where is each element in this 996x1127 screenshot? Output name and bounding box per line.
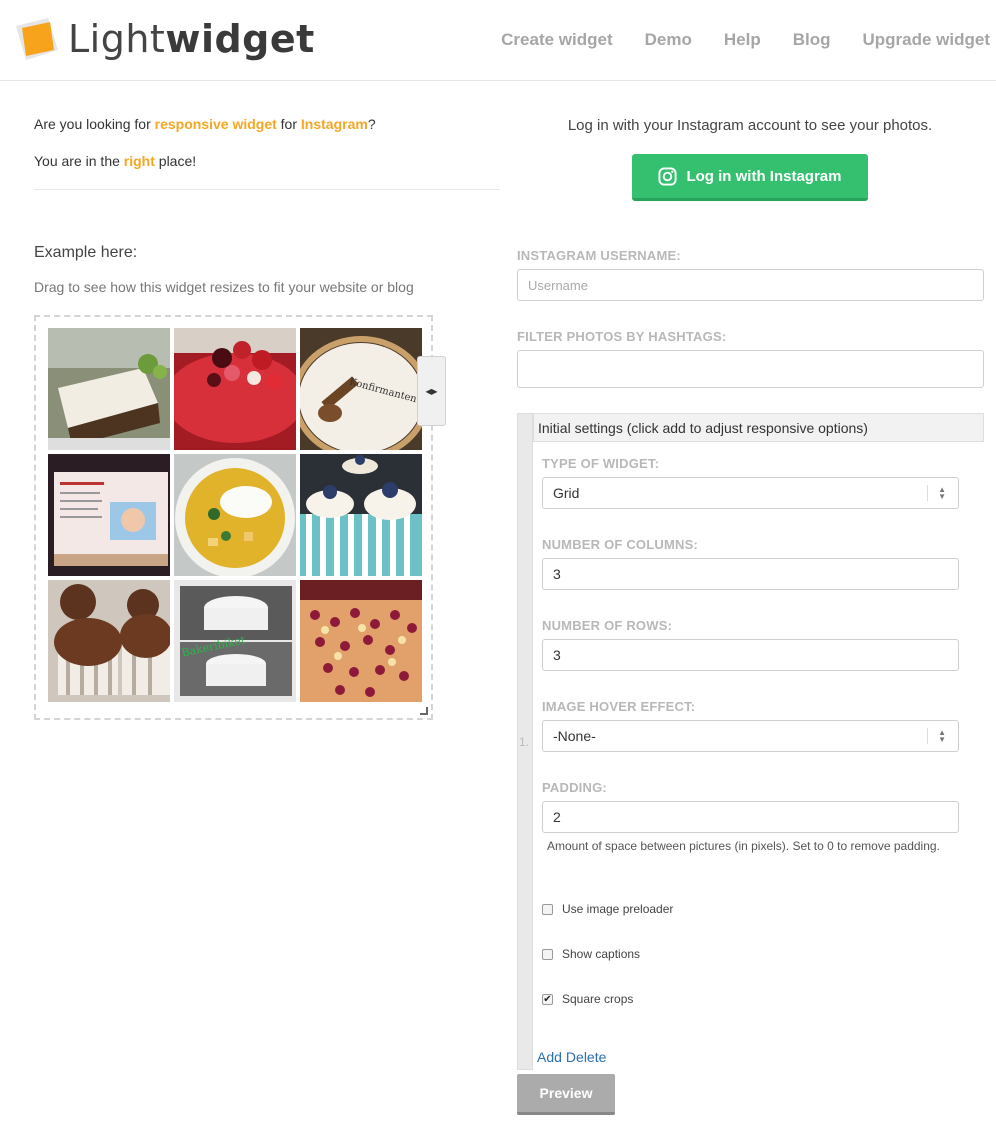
site-header: Lightwidget Create widget Demo Help Blog… [0,0,996,81]
logo[interactable]: Lightwidget [14,14,314,68]
instagram-icon [658,166,678,186]
nav-blog[interactable]: Blog [793,30,831,50]
hover-label: IMAGE HOVER EFFECT: [542,699,696,714]
columns-label: NUMBER OF COLUMNS: [542,537,698,552]
square-crops-option[interactable]: ✔ Square crops [542,992,633,1006]
example-title: Example here: [34,244,138,261]
photo-tile[interactable] [174,328,296,450]
divider [34,189,500,190]
resize-grip-icon[interactable] [420,707,428,715]
captions-checkbox[interactable] [542,948,553,960]
login-instagram-button[interactable]: Log in with Instagram [632,154,868,201]
square-crops-checkbox[interactable]: ✔ [542,993,553,1005]
settings-header: Initial settings (click add to adjust re… [533,413,984,442]
type-select-value: Grid [553,485,580,501]
hashtags-input[interactable] [517,350,984,388]
hover-select[interactable]: -None- ▲ ▼ [542,720,959,752]
logo-text: Lightwidget [68,17,315,61]
intro-line-1: Are you looking for responsive widget fo… [34,116,376,132]
select-divider [927,485,928,501]
rows-input[interactable]: 3 [542,639,959,671]
resize-arrows-icon[interactable]: ◂▸ [417,356,446,426]
settings-links: Add Delete [537,1049,610,1065]
captions-option[interactable]: Show captions [542,947,640,961]
photo-tile[interactable] [48,580,170,702]
username-label: INSTAGRAM USERNAME: [517,248,681,263]
preview-button[interactable]: Preview [517,1074,615,1115]
example-subtitle: Drag to see how this widget resizes to f… [34,279,414,295]
select-arrows-icon: ▲ ▼ [938,728,946,744]
logo-mark-icon [16,18,58,60]
hover-select-value: -None- [553,728,596,744]
photo-tile[interactable] [48,454,170,576]
nav-create-widget[interactable]: Create widget [501,30,612,50]
select-arrows-icon: ▲ ▼ [938,485,946,501]
square-crops-label: Square crops [562,992,634,1006]
columns-input[interactable]: 3 [542,558,959,590]
add-link[interactable]: Add [537,1049,562,1065]
login-button-label: Log in with Instagram [686,167,842,185]
type-select[interactable]: Grid ▲ ▼ [542,477,959,509]
delete-link[interactable]: Delete [566,1049,606,1065]
photo-tile[interactable]: Bakeribiket [174,580,296,702]
padding-help-text: Amount of space between pictures (in pix… [547,839,940,853]
main-nav: Create widget Demo Help Blog Upgrade wid… [469,30,990,50]
hashtags-label: FILTER PHOTOS BY HASHTAGS: [517,329,727,344]
preloader-label: Use image preloader [562,902,674,916]
photo-grid: Konfirmanten Bakeribiket [48,328,422,702]
widget-demo-box[interactable]: Konfirmanten Bakeribiket [34,315,433,720]
padding-input[interactable]: 2 [542,801,959,833]
intro-line-2: You are in the right place! [34,153,197,169]
photo-tile[interactable] [300,454,422,576]
photo-tile[interactable]: Konfirmanten [300,328,422,450]
padding-label: PADDING: [542,780,607,795]
photo-tile[interactable] [174,454,296,576]
select-divider [927,728,928,744]
settings-row-number: 1. [519,735,530,749]
photo-tile[interactable] [300,580,422,702]
nav-demo[interactable]: Demo [645,30,692,50]
captions-label: Show captions [562,947,641,961]
login-prompt: Log in with your Instagram account to se… [567,117,933,134]
preloader-checkbox[interactable] [542,903,553,915]
photo-tile[interactable] [48,328,170,450]
rows-label: NUMBER OF ROWS: [542,618,673,633]
nav-upgrade-widget[interactable]: Upgrade widget [862,30,990,50]
nav-help[interactable]: Help [724,30,761,50]
username-input[interactable]: Username [517,269,984,301]
preloader-option[interactable]: Use image preloader [542,902,673,916]
type-label: TYPE OF WIDGET: [542,456,660,471]
